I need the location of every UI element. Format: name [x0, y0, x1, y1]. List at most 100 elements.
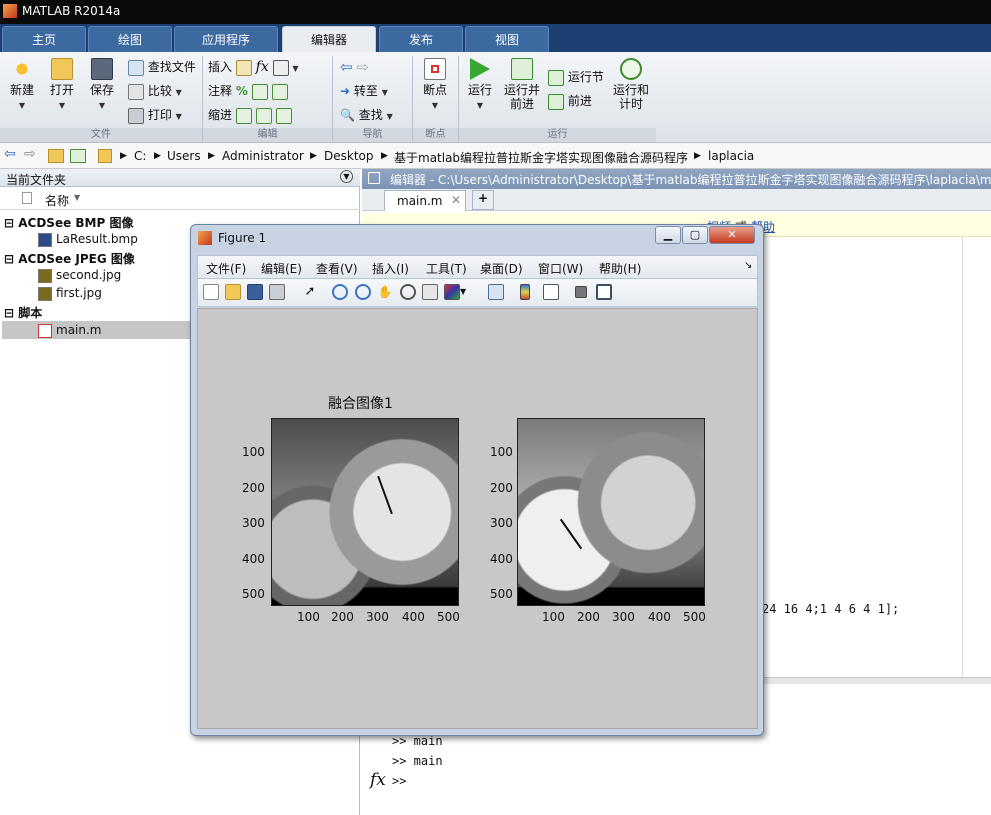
data-cursor-icon[interactable] [422, 284, 438, 300]
find-button[interactable]: 🔍 查找 ▼ [340, 106, 393, 123]
new-button[interactable]: 新建 ▼ [6, 58, 38, 111]
hide-plot-tools-icon[interactable] [575, 286, 587, 298]
menu-insert[interactable]: 插入(I) [372, 260, 409, 277]
run-section-button[interactable]: 运行节 [548, 68, 604, 86]
menu-tools[interactable]: 工具(T) [426, 260, 467, 277]
forward-arrow-icon[interactable]: ⇨ [356, 58, 369, 76]
comment-button[interactable]: 注释 % [208, 82, 288, 100]
advance-button[interactable]: 前进 [548, 92, 592, 110]
maximize-button[interactable]: ▢ [682, 226, 708, 244]
group-scripts[interactable]: ⊟ 脚本 [4, 304, 42, 321]
goto-button[interactable]: ➜ 转至 ▼ [340, 82, 388, 99]
print-button[interactable]: 打印 ▼ [128, 106, 182, 124]
increase-indent-icon[interactable] [255, 107, 272, 124]
dock-arrow-icon[interactable]: ↘ [744, 260, 752, 271]
indent-button[interactable]: 缩进 [208, 106, 292, 124]
tab-view[interactable]: 视图 [465, 26, 549, 52]
menu-desktop[interactable]: 桌面(D) [480, 260, 523, 277]
tab-editor[interactable]: 编辑器 [282, 26, 376, 52]
zoom-out-icon[interactable] [355, 284, 371, 300]
tab-main-m[interactable]: main.m ✕ [384, 190, 466, 211]
group-jpeg[interactable]: ⊟ ACDSee JPEG 图像 [4, 250, 135, 267]
breakpoints-button[interactable]: 断点 ▼ [418, 58, 452, 111]
run-button[interactable]: 运行 ▼ [464, 58, 496, 111]
legend-icon[interactable] [543, 284, 559, 300]
run-and-advance-button[interactable]: 运行并 前进 [502, 58, 542, 111]
zoom-in-icon[interactable] [332, 284, 348, 300]
up-folder-icon[interactable] [48, 149, 64, 163]
save-button[interactable]: 保存 ▼ [86, 58, 118, 111]
back-arrow-icon[interactable]: ⇦ [340, 58, 353, 76]
brush-icon[interactable] [444, 284, 460, 300]
menu-window[interactable]: 窗口(W) [538, 260, 583, 277]
add-tab-button[interactable]: + [472, 190, 494, 210]
panel-actions-icon[interactable]: ▼ [340, 170, 353, 183]
decrease-indent-icon[interactable] [275, 107, 292, 124]
run-and-time-button[interactable]: 运行和 计时 [612, 58, 650, 111]
list-item[interactable]: second.jpg [38, 268, 121, 283]
smart-indent-icon[interactable] [235, 107, 252, 124]
close-button[interactable]: ✕ [709, 226, 755, 244]
new-figure-icon[interactable] [203, 284, 219, 300]
forward-arrow-icon[interactable]: ⇨ [24, 146, 36, 162]
name-column-header[interactable]: 名称 ▼ [0, 188, 360, 210]
tab-apps[interactable]: 应用程序 [174, 26, 278, 52]
breadcrumb-project-folder[interactable]: 基于matlab编程拉普拉斯金字塔实现图像融合源码程序 [394, 149, 688, 166]
colorbar-icon[interactable] [520, 284, 530, 300]
chevron-down-icon: ▼ [431, 101, 439, 110]
tab-publish[interactable]: 发布 [379, 26, 463, 52]
open-button[interactable]: 打开 ▼ [46, 58, 78, 111]
code-line[interactable]: 24 16 4;1 4 6 4 1]; [762, 602, 899, 616]
find-files-button[interactable]: 查找文件 [128, 58, 196, 76]
wrap-comment-icon[interactable] [271, 83, 288, 100]
link-plot-icon[interactable] [488, 284, 504, 300]
save-icon[interactable] [247, 284, 263, 300]
back-forward-buttons[interactable]: ⇦ ⇨ [340, 58, 369, 76]
fused-image-axes-2[interactable] [517, 418, 705, 606]
browse-folder-icon[interactable] [70, 149, 86, 163]
rotate-3d-icon[interactable] [400, 284, 416, 300]
breadcrumb-c[interactable]: C: [134, 149, 146, 163]
tab-home[interactable]: 主页 [2, 26, 86, 52]
collapse-icon[interactable]: ⊟ [4, 306, 14, 320]
pointer-icon[interactable]: ➚ [302, 284, 318, 300]
fx-icon[interactable]: fx [370, 770, 386, 790]
fx-icon[interactable]: fx [256, 59, 269, 75]
breadcrumb-laplacia[interactable]: laplacia [708, 149, 754, 163]
chevron-down-icon[interactable]: ▼ [460, 284, 468, 300]
menu-help[interactable]: 帮助(H) [599, 260, 641, 277]
insert-button[interactable]: 插入 fx ▼ [208, 58, 299, 76]
minimize-button[interactable]: ▁ [655, 226, 681, 244]
uncomment-icon[interactable] [251, 83, 268, 100]
menu-edit[interactable]: 编辑(E) [261, 260, 302, 277]
show-plot-tools-icon[interactable] [596, 284, 612, 300]
back-arrow-icon[interactable]: ⇦ [4, 146, 16, 162]
close-icon[interactable]: ✕ [451, 193, 461, 207]
breadcrumb-desktop[interactable]: Desktop [324, 149, 374, 163]
command-prompt[interactable]: >> [392, 774, 406, 788]
figure-window[interactable]: Figure 1 ▁ ▢ ✕ 文件(F) 编辑(E) 查看(V) 插入(I) 工… [190, 224, 764, 736]
function-icon[interactable] [272, 59, 289, 76]
open-icon[interactable] [225, 284, 241, 300]
file-name: main.m [56, 323, 102, 337]
breadcrumb-administrator[interactable]: Administrator [222, 149, 304, 163]
tab-plots[interactable]: 绘图 [88, 26, 172, 52]
list-item[interactable]: LaResult.bmp [38, 232, 138, 247]
chevron-down-icon: ▼ [18, 101, 26, 110]
percent-icon[interactable]: % [236, 84, 248, 98]
fused-image-axes-1[interactable] [271, 418, 459, 606]
chevron-down-icon[interactable]: ▼ [292, 64, 298, 73]
pan-hand-icon[interactable]: ✋ [377, 284, 393, 300]
group-bmp[interactable]: ⊟ ACDSee BMP 图像 [4, 214, 133, 231]
list-item[interactable]: main.m [38, 323, 102, 338]
breadcrumb-users[interactable]: Users [167, 149, 201, 163]
figure-canvas[interactable]: 融合图像1 100 200 300 400 500 100 200 300 40… [197, 308, 758, 729]
menu-view[interactable]: 查看(V) [316, 260, 358, 277]
collapse-icon[interactable]: ⊟ [4, 252, 14, 266]
menu-file[interactable]: 文件(F) [206, 260, 246, 277]
compare-button[interactable]: 比较 ▼ [128, 82, 182, 100]
command-history-line: >> main [392, 754, 443, 768]
list-item[interactable]: first.jpg [38, 286, 102, 301]
collapse-icon[interactable]: ⊟ [4, 216, 14, 230]
print-icon[interactable] [269, 284, 285, 300]
